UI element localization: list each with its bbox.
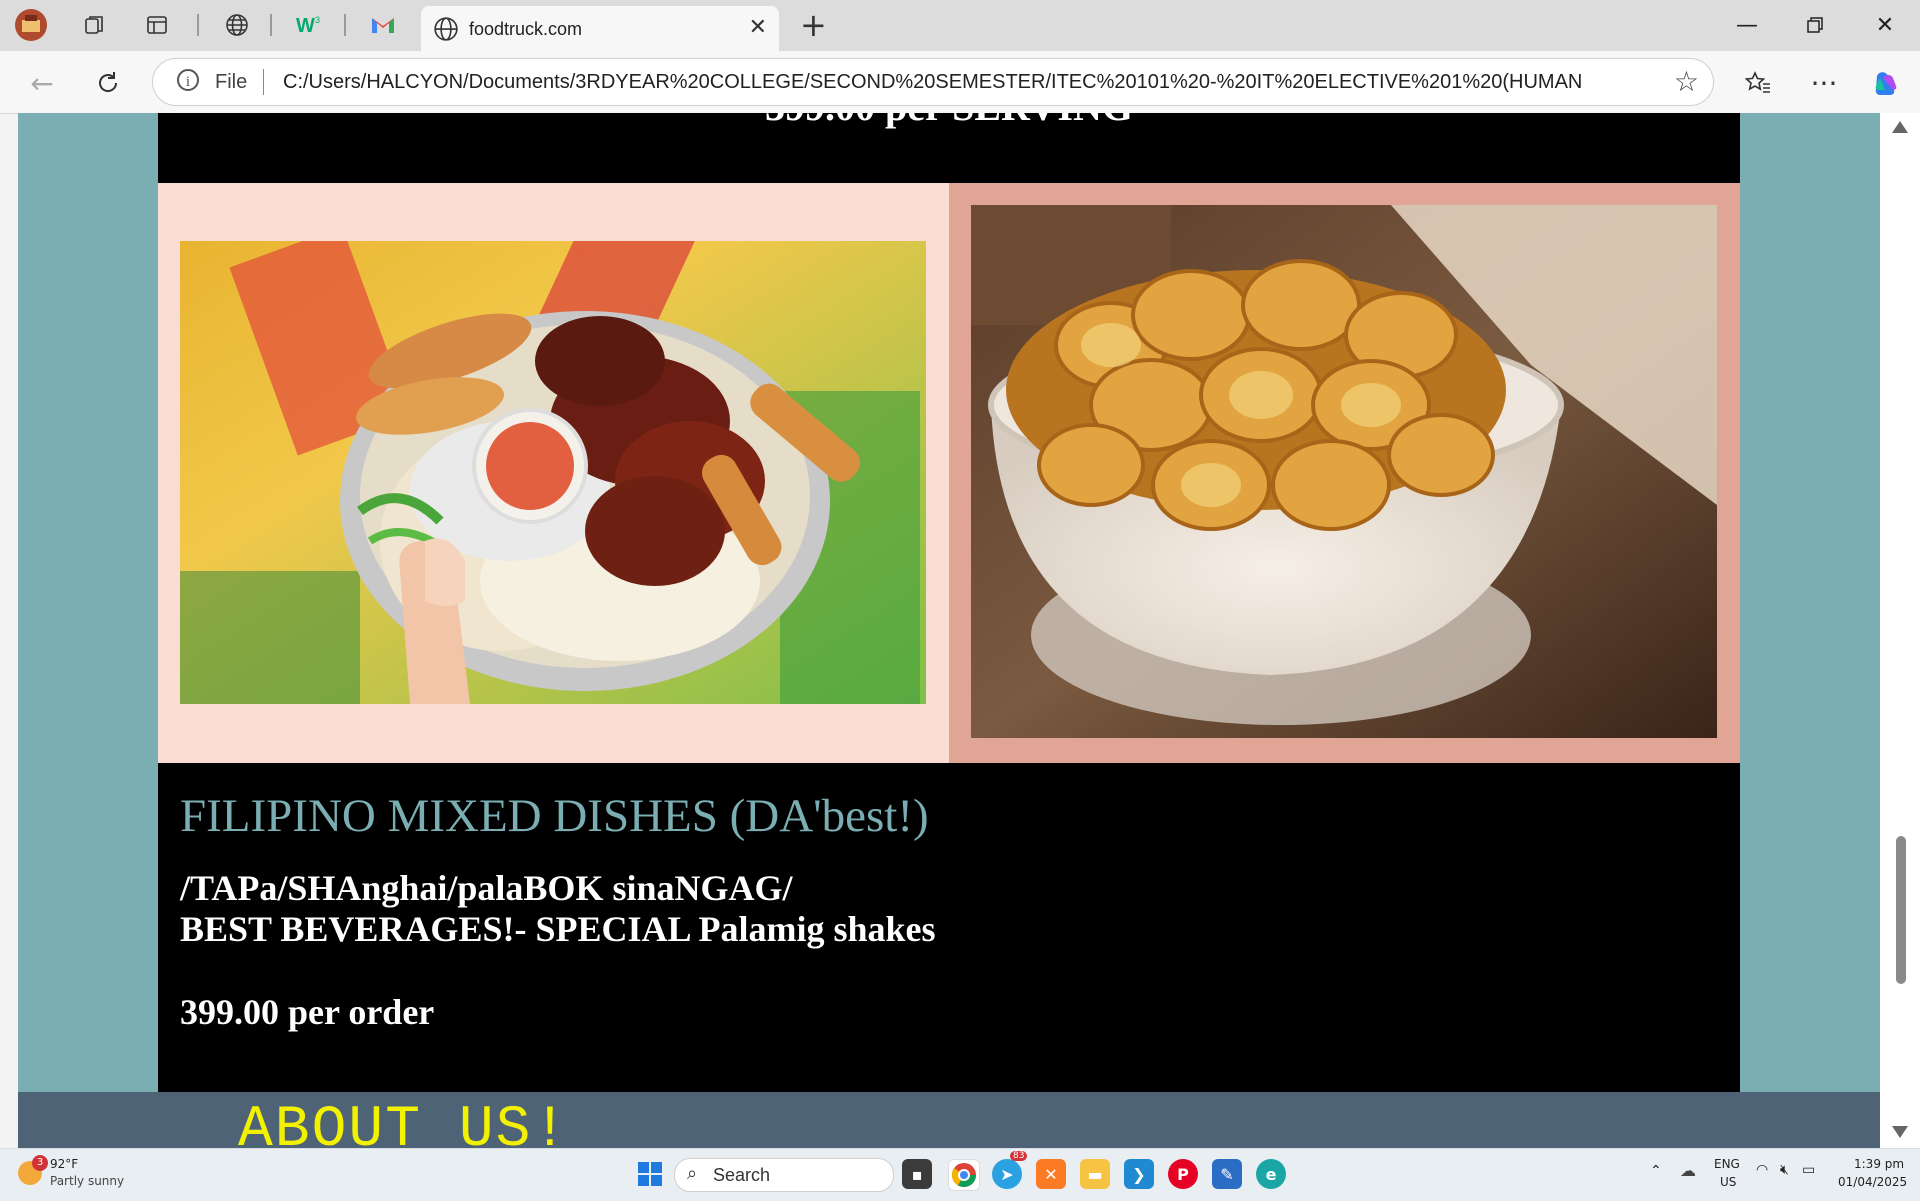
taskbar: 3 92°F Partly sunny ⌕ Search ▪ ➤ 83 ✕ ▬ … [0,1148,1920,1201]
task-view-icon[interactable]: ▪ [902,1159,932,1189]
telegram-badge: 83 [1010,1151,1028,1161]
volume-muted-icon[interactable]: 🔇︎ [1780,1162,1789,1178]
photo-cell-right [949,183,1740,763]
language-top[interactable]: ENG [1714,1157,1740,1171]
show-hidden-icons-icon[interactable]: ⌃ [1650,1163,1662,1179]
wifi-icon[interactable]: ◠ [1756,1162,1768,1178]
tab-bar: W3 foodtruck.com ✕ + — ✕ [0,0,1920,51]
address-url[interactable]: C:/Users/HALCYON/Documents/3RDYEAR%20COL… [283,71,1583,94]
previous-item-footer: 399.00 per SERVING [158,113,1740,183]
pinterest-icon[interactable]: P [1168,1159,1198,1189]
separator [197,14,199,36]
dish-beverages: BEST BEVERAGES!- SPECIAL Palamig shakes [180,909,936,949]
dish-items: /TAPa/SHAnghai/palaBOK sinaNGAG/ [180,868,793,908]
weather-badge: 3 [32,1155,48,1171]
taskbar-search[interactable]: ⌕ Search [674,1158,894,1192]
back-button[interactable]: ← [22,63,62,103]
scroll-down-arrow-icon[interactable] [1892,1126,1908,1138]
weather-temperature: 92°F [50,1157,79,1171]
xampp-icon[interactable]: ✕ [1036,1159,1066,1189]
dish-title: FILIPINO MIXED DISHES (DA'best!) [180,790,929,842]
w3schools-icon[interactable]: W3 [292,8,326,42]
menu-section: 399.00 per SERVING [158,113,1740,1093]
previous-item-price: 399.00 per SERVING [158,113,1740,130]
filipino-mixed-plate-image [180,241,926,704]
separator [344,14,346,36]
new-tab-button[interactable]: + [800,8,827,42]
start-button[interactable] [638,1162,662,1186]
separator [270,14,272,36]
profile-avatar-icon[interactable] [14,8,48,42]
workspaces-icon[interactable] [78,8,112,42]
restore-button[interactable] [1790,4,1840,46]
chrome-icon[interactable] [948,1159,980,1191]
clock-date[interactable]: 01/04/2025 [1838,1175,1907,1189]
vscode-icon[interactable]: ❯ [1124,1159,1154,1189]
about-title: ABOUT US! [238,1098,570,1148]
photo-cell-left [158,183,949,763]
favorite-star-icon[interactable]: ☆ [1674,65,1699,98]
refresh-button[interactable] [88,63,128,103]
separator [263,69,264,95]
more-options-icon[interactable]: ··· [1804,63,1844,103]
dish-price: 399.00 per order [180,992,435,1032]
battery-icon[interactable]: ▭ [1802,1162,1815,1178]
address-bar-row: ← i File C:/Users/HALCYON/Documents/3RDY… [0,51,1920,114]
language-bottom[interactable]: US [1720,1175,1736,1189]
copilot-icon[interactable] [1866,63,1906,103]
address-scheme-label: File [215,71,248,93]
dish-description: FILIPINO MIXED DISHES (DA'best!) /TAPa/S… [158,763,1740,1093]
scrollbar-thumb[interactable] [1896,836,1906,984]
minimize-button[interactable]: — [1722,4,1772,46]
file-explorer-icon[interactable]: ▬ [1080,1159,1110,1189]
tab-title: foodtruck.com [469,19,583,39]
search-icon: ⌕ [687,1163,698,1184]
favorites-icon[interactable] [1738,63,1778,103]
close-tab-icon[interactable]: ✕ [749,15,767,40]
paint-icon[interactable]: ✎ [1212,1159,1242,1189]
banana-dessert-image [971,205,1717,738]
search-label: Search [713,1165,771,1185]
info-icon[interactable]: i [177,69,199,91]
weather-description: Partly sunny [50,1174,125,1188]
gmail-icon[interactable] [366,8,400,42]
onedrive-icon[interactable]: ☁ [1680,1161,1696,1180]
page-scrollbar[interactable] [1880,113,1920,1148]
svg-text:3: 3 [315,15,320,25]
scroll-up-arrow-icon[interactable] [1892,121,1908,133]
clock-time[interactable]: 1:39 pm [1854,1157,1904,1171]
page-viewport: 399.00 per SERVING [18,113,1880,1148]
edge-icon[interactable]: e [1256,1159,1286,1189]
telegram-icon[interactable]: ➤ [992,1159,1022,1189]
about-section: ABOUT US! [18,1092,1880,1148]
close-window-button[interactable]: ✕ [1860,4,1910,46]
address-field[interactable]: i File C:/Users/HALCYON/Documents/3RDYEA… [152,58,1714,106]
svg-text:W: W [296,15,315,36]
globe-icon[interactable] [220,8,254,42]
tab-actions-icon[interactable] [140,8,174,42]
tab-foodtruck[interactable]: foodtruck.com ✕ [421,6,779,51]
globe-icon [433,16,459,42]
